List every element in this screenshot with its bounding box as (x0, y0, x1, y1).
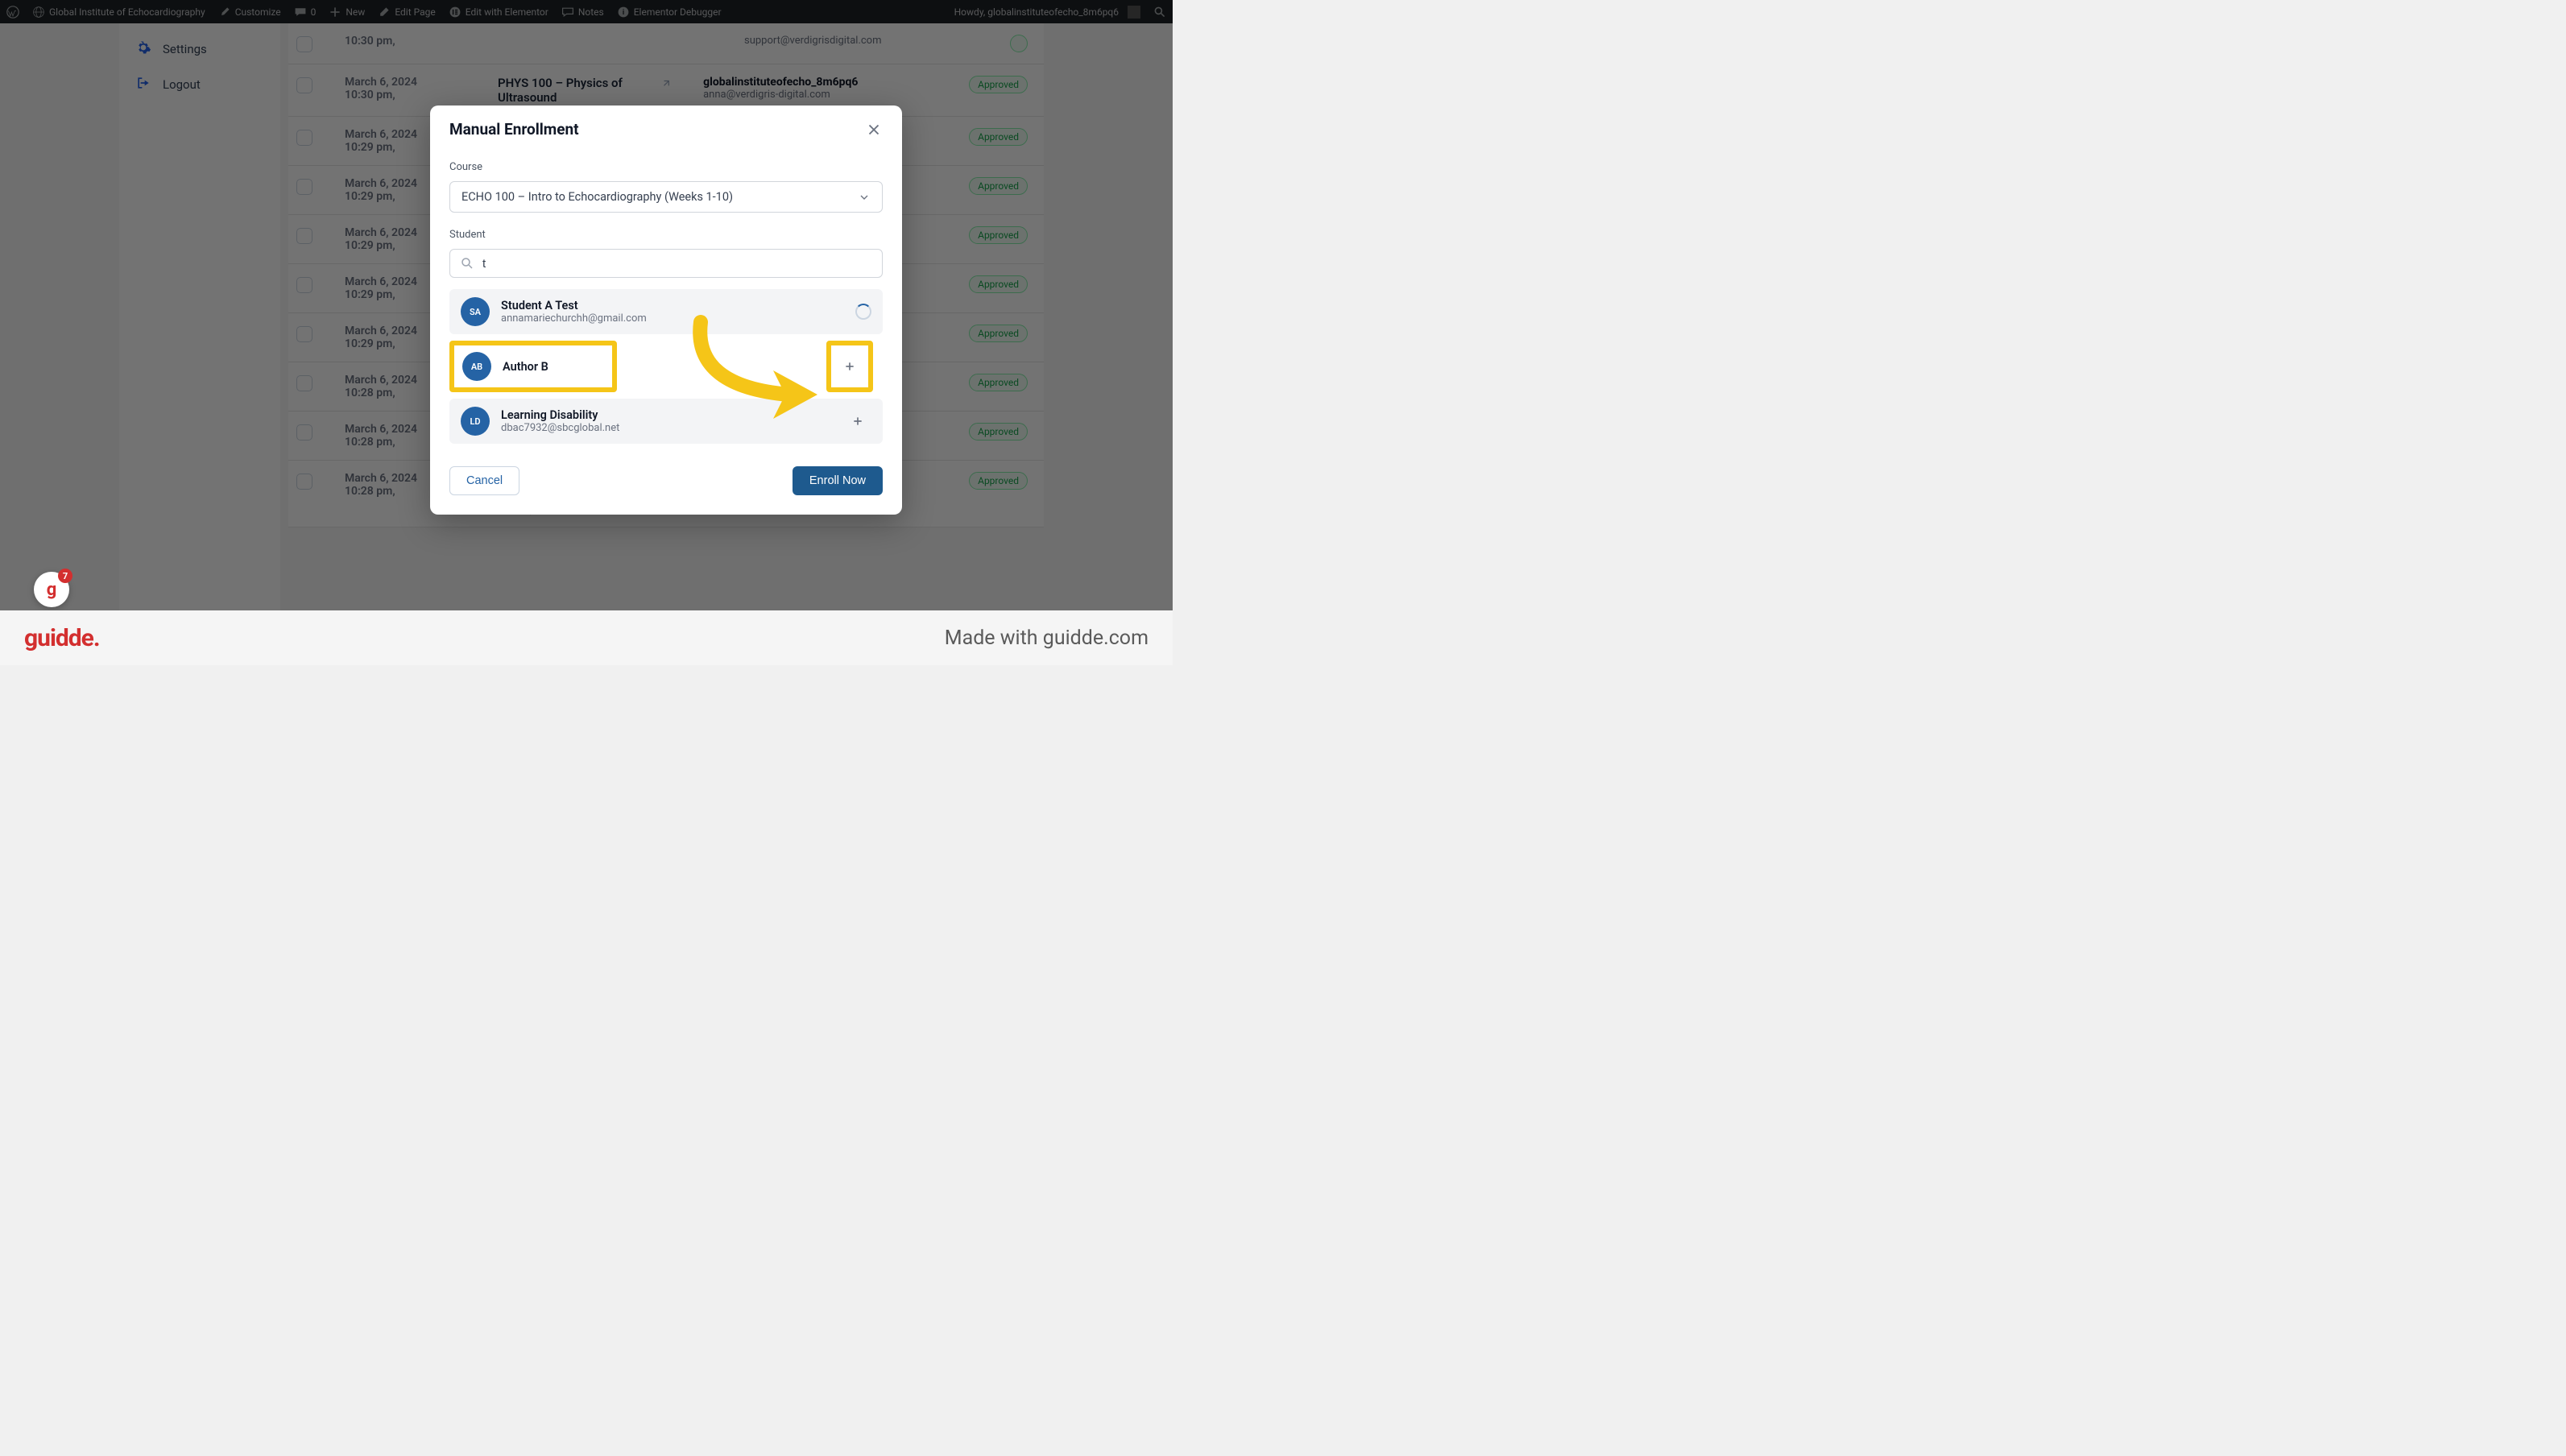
student-label: Student (449, 229, 883, 241)
avatar: LD (461, 407, 490, 436)
close-icon (865, 121, 883, 139)
guidde-bubble[interactable]: g 7 (34, 572, 69, 607)
notification-badge: 7 (58, 569, 72, 583)
brand-bar: guidde. Made with guidde.com (0, 610, 1173, 665)
student-name: Learning Disability (501, 408, 844, 422)
made-with-text: Made with guidde.com (945, 627, 1148, 650)
add-student-button[interactable] (844, 407, 871, 435)
modal-title: Manual Enrollment (449, 120, 579, 139)
guidde-logo: guidde. (24, 624, 100, 652)
avatar: AB (462, 352, 491, 381)
guidde-g-icon: g (47, 580, 57, 600)
add-student-button[interactable] (831, 345, 868, 387)
chevron-down-icon (858, 191, 871, 204)
course-label: Course (449, 161, 883, 173)
course-select[interactable]: ECHO 100 – Intro to Echocardiography (We… (449, 181, 883, 213)
enroll-now-button[interactable]: Enroll Now (793, 466, 883, 495)
course-value: ECHO 100 – Intro to Echocardiography (We… (461, 190, 733, 204)
student-email: annamariechurchh@gmail.com (501, 312, 855, 325)
cancel-button[interactable]: Cancel (449, 466, 519, 495)
plus-icon (843, 360, 856, 373)
highlighted-add-button (826, 341, 873, 392)
highlighted-student: AB Author B (449, 341, 617, 392)
student-result-item[interactable]: SA Student A Test annamariechurchh@gmail… (449, 289, 883, 334)
search-icon (460, 256, 474, 271)
avatar: SA (461, 297, 490, 326)
student-name: Author B (503, 360, 604, 374)
close-button[interactable] (865, 121, 883, 139)
student-result-item[interactable]: AB Author B (454, 345, 612, 387)
student-name: Student A Test (501, 299, 855, 312)
plus-icon (851, 415, 864, 428)
student-email: dbac7932@sbcglobal.net (501, 422, 844, 434)
manual-enrollment-modal: Manual Enrollment Course ECHO 100 – Intr… (430, 105, 902, 515)
search-input[interactable] (482, 257, 872, 271)
student-result-item[interactable]: LD Learning Disability dbac7932@sbcgloba… (449, 399, 883, 444)
student-search[interactable] (449, 249, 883, 278)
loading-spinner-icon (855, 304, 871, 320)
